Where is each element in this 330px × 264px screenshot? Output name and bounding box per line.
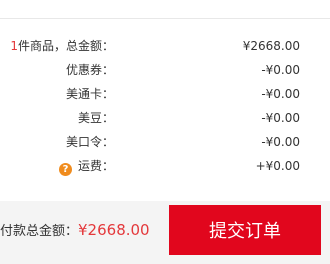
summary-row-items: 1件商品，总金额： ¥2668.00 [0,36,330,56]
shipping-label-group: ? 运费： [58,156,114,176]
summary-row-shipping: ? 运费： +¥0.00 [0,156,330,176]
summary-row-coupon: 优惠券： -¥0.00 [0,60,330,80]
submit-order-button[interactable]: 提交订单 [169,205,321,255]
items-total-value: ¥2668.00 [242,39,300,53]
help-icon[interactable]: ? [58,163,72,176]
beans-label: 美豆： [77,111,114,125]
shipping-value: +¥0.00 [255,159,300,173]
checkout-footer: 付款总金额：¥2668.00 提交订单 [0,201,330,264]
summary-row-beans: 美豆： -¥0.00 [0,108,330,128]
payment-total-amount: ¥2668.00 [78,221,150,239]
summary-row-card: 美通卡： -¥0.00 [0,84,330,104]
code-value: -¥0.00 [261,135,300,149]
code-label: 美口令： [65,135,114,149]
card-label: 美通卡： [65,87,114,101]
item-count: 1 [10,39,18,53]
coupon-value: -¥0.00 [261,63,300,77]
items-label: 1件商品，总金额： [10,39,114,53]
payment-total: 付款总金额：¥2668.00 [0,219,150,243]
summary-row-code: 美口令： -¥0.00 [0,132,330,152]
card-value: -¥0.00 [261,87,300,101]
payment-total-label: 付款总金额： [0,224,79,239]
top-divider [0,18,330,19]
coupon-label: 优惠券： [65,63,114,77]
shipping-label: 运费： [77,159,114,173]
beans-value: -¥0.00 [261,111,300,125]
